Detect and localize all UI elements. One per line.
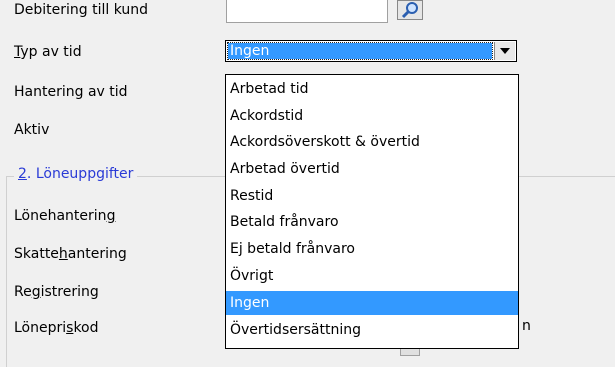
combo-selected-value: Ingen: [227, 42, 493, 60]
search-button[interactable]: [397, 0, 423, 20]
label-skattehantering: Skattehantering: [14, 246, 127, 262]
label-debitering: Debitering till kund: [14, 2, 149, 18]
debitering-field[interactable]: [226, 0, 388, 23]
label-lonehantering: Lönehantering: [14, 208, 116, 224]
dropdown-option[interactable]: Ingen: [226, 291, 518, 315]
dropdown-option[interactable]: Betald frånvaro: [226, 210, 518, 234]
label-hantering-av-tid: Hantering av tid: [14, 84, 128, 100]
dropdown-option[interactable]: Arbetad tid: [226, 77, 518, 101]
dropdown-option[interactable]: Ackordstid: [226, 104, 518, 128]
dropdown-option[interactable]: Restid: [226, 184, 518, 208]
dropdown-option[interactable]: Arbetad övertid: [226, 157, 518, 181]
chevron-down-icon: [500, 48, 510, 54]
label-typ-av-tid: Typ av tid: [14, 44, 82, 60]
dropdown-option[interactable]: Övrigt: [226, 264, 518, 288]
typ-av-tid-dropdown: Arbetad tid Ackordstid Ackordsöverskott & …: [225, 74, 519, 349]
right-fragment-text: n: [522, 318, 531, 334]
combo-dropdown-button[interactable]: [494, 42, 515, 60]
label-loneprisk: Lönepriskod: [14, 320, 99, 336]
dropdown-option[interactable]: Ej betald frånvaro: [226, 237, 518, 261]
typ-av-tid-combobox[interactable]: Ingen: [225, 40, 517, 62]
dropdown-option[interactable]: Ackordsöverskott & övertid: [226, 130, 518, 154]
section-title-loneuppgifter: 2. Löneuppgifter: [14, 166, 138, 182]
magnifier-icon: [401, 2, 418, 19]
label-registrering: Registrering: [14, 284, 99, 300]
dropdown-option[interactable]: Övertidsersättning: [226, 318, 518, 342]
label-aktiv: Aktiv: [14, 122, 50, 138]
